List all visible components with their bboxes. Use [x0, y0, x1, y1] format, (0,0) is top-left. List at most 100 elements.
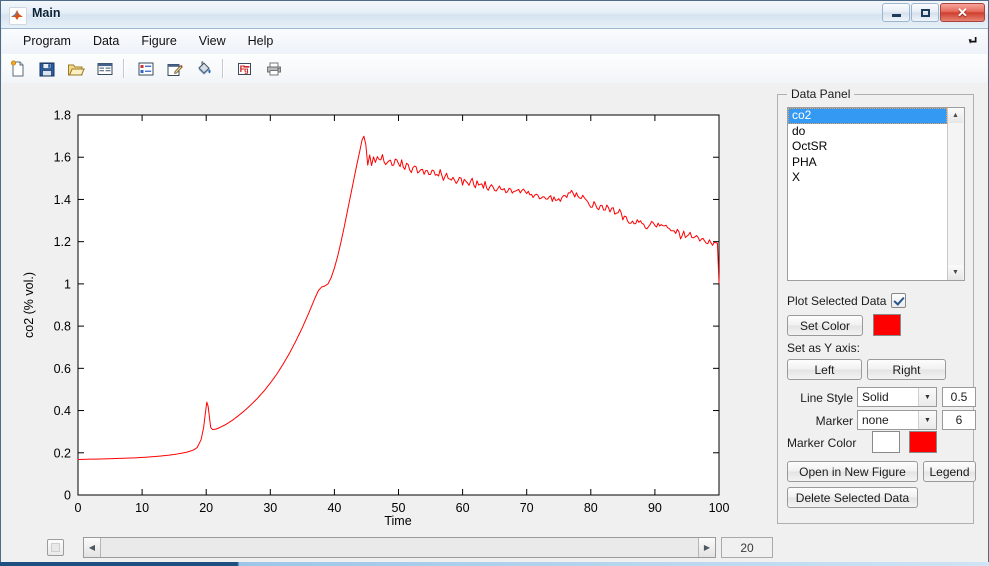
scroll-up-arrow-icon[interactable]: ▲ [948, 108, 963, 123]
y-axis-right-button[interactable]: Right [867, 359, 946, 380]
svg-text:20: 20 [199, 501, 213, 515]
export-fig-button[interactable]: F g [232, 56, 258, 82]
menu-help[interactable]: Help [237, 29, 285, 54]
svg-text:1.4: 1.4 [54, 193, 71, 207]
svg-text:0: 0 [64, 489, 71, 503]
menu-items: Program Data Figure View Help [12, 29, 284, 54]
line-style-value: Solid [862, 390, 889, 404]
open-button[interactable] [63, 56, 89, 82]
svg-text:0.8: 0.8 [54, 320, 71, 334]
minimize-button[interactable] [882, 3, 910, 22]
line-style-select[interactable]: Solid ▼ [857, 387, 937, 407]
svg-text:1.6: 1.6 [54, 151, 71, 165]
svg-text:80: 80 [584, 501, 598, 515]
svg-text:0: 0 [75, 501, 82, 515]
svg-text:90: 90 [648, 501, 662, 515]
fig-export-icon: F g [238, 62, 251, 75]
marker-face-color-swatch[interactable] [872, 431, 900, 453]
svg-text:0.4: 0.4 [54, 404, 71, 418]
menu-bar: Program Data Figure View Help [2, 29, 987, 55]
line-style-label: Line Style [800, 391, 853, 405]
menu-figure[interactable]: Figure [130, 29, 187, 54]
delete-selected-data-button[interactable]: Delete Selected Data [787, 487, 918, 508]
list-item-co2[interactable]: co2 [788, 108, 947, 124]
svg-text:co2 (% vol.): co2 (% vol.) [22, 272, 36, 338]
close-button[interactable]: ✕ [940, 3, 985, 22]
fill-color-button[interactable] [191, 56, 217, 82]
legend-button[interactable]: Legend [923, 461, 976, 482]
svg-text:1.2: 1.2 [54, 235, 71, 249]
marker-label: Marker [815, 414, 853, 428]
listbox-scrollbar[interactable]: ▲ ▼ [947, 108, 964, 280]
undock-arrow-icon[interactable] [966, 33, 980, 47]
minimize-icon [891, 13, 901, 17]
floppy-disk-icon [39, 62, 55, 76]
edit-properties-button[interactable] [162, 56, 188, 82]
chevron-down-icon-marker[interactable]: ▼ [918, 411, 936, 429]
marker-size-input[interactable]: 6 [942, 410, 976, 430]
close-icon: ✕ [957, 5, 968, 20]
svg-text:g: g [244, 67, 248, 74]
edit-pencil-icon [167, 63, 183, 76]
main-window: Main ✕ Program Data Figure View Help F g… [0, 0, 989, 566]
new-file-button[interactable] [5, 56, 31, 82]
svg-text:Time: Time [384, 514, 411, 528]
figure-panel: 0 10 20 30 40 50 60 70 80 90 100 0 0.2 0.4 0.6 0.8 1 1.2… [9, 91, 765, 531]
svg-text:0.2: 0.2 [54, 446, 71, 460]
toolbar: F g [2, 54, 987, 84]
list-item-do[interactable]: do [788, 124, 947, 140]
window-size-input[interactable]: 20 [721, 537, 773, 558]
marker-value: none [862, 413, 889, 427]
maximize-button[interactable] [911, 3, 939, 22]
list-item-pha[interactable]: PHA [788, 155, 947, 171]
list-properties-button[interactable] [133, 56, 159, 82]
svg-text:10: 10 [135, 501, 149, 515]
new-document-icon [10, 59, 24, 76]
data-listbox[interactable]: co2 do OctSR PHA X ▲ ▼ [787, 107, 965, 281]
svg-text:1.8: 1.8 [54, 109, 71, 123]
window-title: Main [32, 6, 61, 20]
scroll-left-arrow-icon[interactable]: ◀ [84, 538, 101, 557]
scroll-down-arrow-icon[interactable]: ▼ [948, 265, 963, 280]
open-folder-icon [68, 64, 85, 75]
y-axis-left-button[interactable]: Left [787, 359, 862, 380]
svg-text:0.6: 0.6 [54, 362, 71, 376]
printer-icon [267, 62, 281, 75]
figure-bottom-bar: ◀ ▶ 20 [9, 535, 773, 565]
save-button[interactable] [34, 56, 60, 82]
svg-text:100: 100 [709, 501, 730, 515]
list-item-x[interactable]: X [788, 170, 947, 186]
svg-text:70: 70 [520, 501, 534, 515]
scroll-right-arrow-icon[interactable]: ▶ [698, 538, 715, 557]
line-width-input[interactable]: 0.5 [942, 387, 976, 407]
svg-text:30: 30 [263, 501, 277, 515]
menu-program[interactable]: Program [12, 29, 82, 54]
menu-view[interactable]: View [188, 29, 237, 54]
figure-lock-checkbox[interactable] [47, 539, 64, 556]
line-color-swatch[interactable] [873, 314, 901, 336]
table-view-button[interactable] [92, 56, 118, 82]
maximize-icon [920, 8, 930, 17]
set-color-button[interactable]: Set Color [787, 315, 863, 336]
print-button[interactable] [261, 56, 287, 82]
toolbar-separator-1 [123, 59, 125, 78]
list-detail-icon [138, 62, 154, 75]
data-list-items: co2 do OctSR PHA X [788, 108, 947, 280]
matlab-logo-icon [9, 7, 27, 25]
data-panel-title: Data Panel [787, 87, 855, 101]
screenshot-root: Main ✕ Program Data Figure View Help F g… [0, 0, 989, 566]
plot-selected-data-checkbox[interactable] [891, 293, 906, 308]
title-bar[interactable]: Main ✕ [1, 1, 988, 29]
time-scrollbar[interactable]: ◀ ▶ [83, 537, 716, 558]
paint-bucket-icon [198, 61, 211, 75]
menu-data[interactable]: Data [82, 29, 130, 54]
marker-edge-color-swatch[interactable] [909, 431, 937, 453]
plot-selected-data-label: Plot Selected Data [787, 294, 887, 308]
marker-select[interactable]: none ▼ [857, 410, 937, 430]
co2-line-chart[interactable]: 0 10 20 30 40 50 60 70 80 90 100 0 0.2 0.4 0.6 0.8 1 1.2… [9, 91, 765, 531]
chevron-down-icon[interactable]: ▼ [918, 388, 936, 406]
scrollbar-track[interactable] [101, 538, 698, 557]
client-area: 0 10 20 30 40 50 60 70 80 90 100 0 0.2 0.4 0.6 0.8 1 1.2… [2, 83, 987, 564]
list-item-octsr[interactable]: OctSR [788, 139, 947, 155]
open-in-new-figure-button[interactable]: Open in New Figure [787, 461, 918, 482]
